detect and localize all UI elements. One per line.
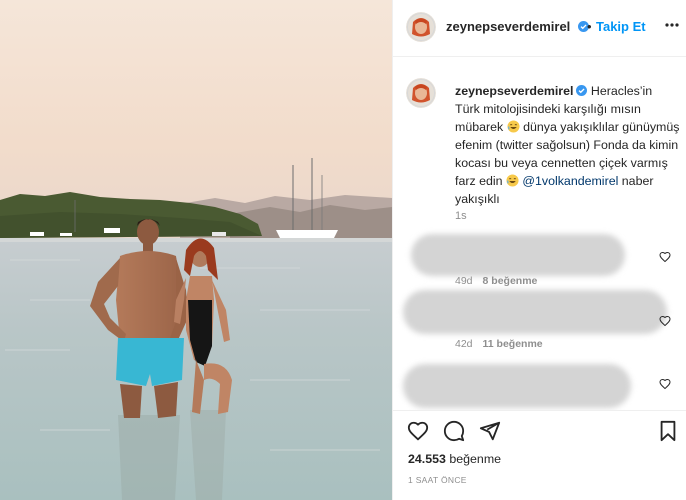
post-header: zeynepseverdemirel • Takip Et: [393, 0, 686, 57]
comment-icon[interactable]: [443, 420, 465, 442]
blurred-comment: [403, 364, 631, 408]
verified-icon: [576, 85, 588, 96]
comment-likes[interactable]: 8 beğenme: [483, 275, 538, 287]
blurred-comment: [411, 234, 625, 276]
comment-time[interactable]: 42d: [455, 338, 473, 350]
avatar[interactable]: [406, 12, 436, 42]
comment-time[interactable]: 49d: [455, 275, 473, 287]
more-icon[interactable]: [665, 17, 679, 33]
post-photo[interactable]: [0, 0, 392, 500]
share-icon[interactable]: [479, 420, 501, 442]
bookmark-icon[interactable]: [657, 420, 679, 442]
laughing-emoji-icon: [507, 120, 520, 133]
caption-username[interactable]: zeynepseverdemirel: [455, 84, 573, 98]
laughing-emoji-icon: [506, 174, 519, 187]
caption-avatar[interactable]: [406, 78, 436, 108]
caption-text: zeynepseverdemirel Heracles’in Türk mito…: [455, 82, 680, 208]
heart-icon[interactable]: [407, 420, 429, 442]
heart-icon[interactable]: [659, 315, 671, 327]
like-count[interactable]: 24.553 beğenme: [408, 452, 501, 466]
mention-link[interactable]: @1volkandemirel: [522, 174, 618, 188]
beach-couple-image: [0, 0, 392, 500]
caption-timestamp[interactable]: 1s: [455, 210, 467, 222]
like-count-number: 24.553: [408, 452, 446, 466]
heart-icon[interactable]: [659, 378, 671, 390]
post-actions: 24.553 beğenme 1 SAAT ÖNCE: [393, 410, 686, 500]
comment-meta: 42d 11 beğenme: [455, 338, 543, 350]
heart-icon[interactable]: [659, 251, 671, 263]
post-time[interactable]: 1 SAAT ÖNCE: [408, 475, 467, 485]
blurred-comment: [403, 290, 667, 334]
separator-dot: •: [587, 19, 592, 34]
like-count-label: beğenme: [449, 452, 502, 466]
comments-section[interactable]: zeynepseverdemirel Heracles’in Türk mito…: [393, 58, 686, 410]
comment-likes[interactable]: 11 beğenme: [483, 338, 543, 350]
comment-meta: 49d 8 beğenme: [455, 275, 537, 287]
post-author-username[interactable]: zeynepseverdemirel: [446, 19, 570, 34]
follow-button[interactable]: Takip Et: [596, 19, 646, 34]
post-side-panel: zeynepseverdemirel • Takip Et zeynepseve…: [392, 0, 686, 500]
